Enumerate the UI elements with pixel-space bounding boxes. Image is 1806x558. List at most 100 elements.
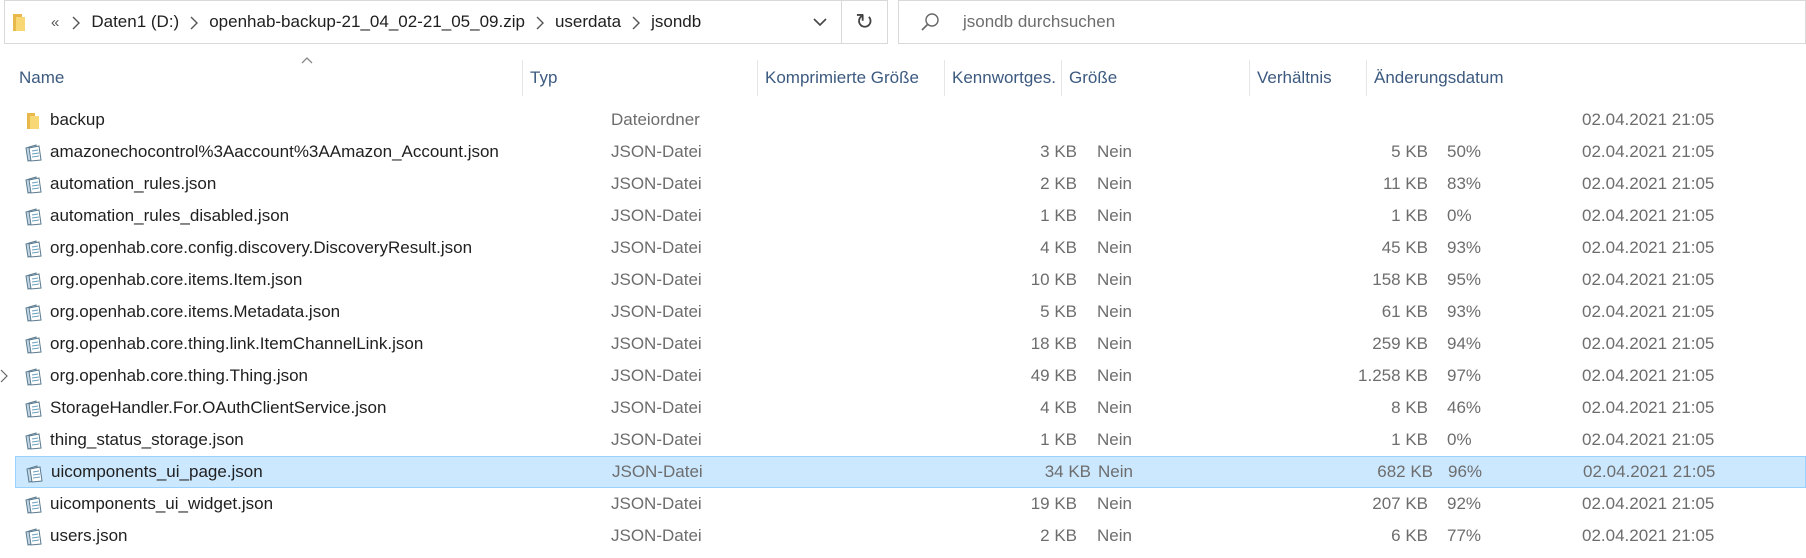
- file-size: 682 KB: [1377, 462, 1433, 481]
- file-ratio: 94%: [1447, 334, 1482, 353]
- file-password-protected: Nein: [1097, 302, 1132, 321]
- file-name: org.openhab.core.thing.Thing.json: [50, 366, 309, 385]
- chevron-down-icon[interactable]: [811, 13, 829, 31]
- file-ratio: 83%: [1447, 174, 1482, 193]
- file-type: JSON-Datei: [611, 174, 702, 193]
- file-size: 1.258 KB: [1358, 366, 1428, 385]
- json-file-icon: [24, 430, 44, 450]
- json-file-icon: [24, 174, 44, 194]
- file-compressed-size: 4 KB: [1040, 238, 1077, 257]
- refresh-button[interactable]: ↻: [842, 0, 888, 44]
- column-header-name[interactable]: Name: [19, 62, 519, 94]
- column-header-ratio[interactable]: Verhältnis: [1257, 62, 1362, 94]
- json-file-icon: [24, 206, 44, 226]
- file-name: automation_rules.json: [50, 174, 217, 193]
- file-row[interactable]: uicomponents_ui_page.json JSON-Datei 34 KB…: [15, 456, 1806, 488]
- file-type: JSON-Datei: [611, 302, 702, 321]
- file-row[interactable]: amazonechocontrol%3Aaccount%3AAmazon_Acc…: [0, 136, 1806, 168]
- search-icon: [919, 11, 941, 33]
- file-row[interactable]: automation_rules.json JSON-Datei 2 KB Nein 1…: [0, 168, 1806, 200]
- json-file-icon: [24, 302, 44, 322]
- file-modified-date: 02.04.2021 21:05: [1582, 334, 1715, 353]
- file-password-protected: Nein: [1097, 270, 1132, 289]
- file-compressed-size: 49 KB: [1030, 366, 1077, 385]
- file-name: StorageHandler.For.OAuthClientService.js…: [50, 398, 387, 417]
- file-type: JSON-Datei: [611, 238, 702, 257]
- file-row[interactable]: uicomponents_ui_widget.json JSON-Datei 19 …: [0, 488, 1806, 520]
- file-modified-date: 02.04.2021 21:05: [1583, 462, 1716, 481]
- file-name: org.openhab.core.config.discovery.Discov…: [50, 238, 473, 257]
- file-row[interactable]: automation_rules_disabled.json JSON-Datei…: [0, 200, 1806, 232]
- file-type: JSON-Datei: [611, 494, 702, 513]
- column-header-password[interactable]: Kennwortges...: [952, 62, 1056, 94]
- file-ratio: 0%: [1447, 430, 1472, 449]
- file-type: JSON-Datei: [611, 206, 702, 225]
- search-input[interactable]: jsondb durchsuchen: [963, 12, 1115, 32]
- file-ratio: 77%: [1447, 526, 1482, 545]
- file-password-protected: Nein: [1097, 398, 1132, 417]
- file-name: org.openhab.core.thing.link.ItemChannelL…: [50, 334, 424, 353]
- file-type: JSON-Datei: [611, 366, 702, 385]
- file-ratio: 50%: [1447, 142, 1482, 161]
- column-header-size[interactable]: Größe: [1069, 62, 1249, 94]
- column-header-compressed[interactable]: Komprimierte Größe: [765, 62, 940, 94]
- file-compressed-size: 4 KB: [1040, 398, 1077, 417]
- file-modified-date: 02.04.2021 21:05: [1582, 110, 1715, 129]
- chevron-right-icon[interactable]: [189, 15, 199, 30]
- file-ratio: 46%: [1447, 398, 1482, 417]
- file-ratio: 96%: [1448, 462, 1483, 481]
- file-name: backup: [50, 110, 105, 129]
- breadcrumb-overflow[interactable]: «: [51, 14, 59, 31]
- file-name: amazonechocontrol%3Aaccount%3AAmazon_Acc…: [50, 142, 499, 161]
- file-row[interactable]: org.openhab.core.items.Item.json JSON-Dat…: [0, 264, 1806, 296]
- file-type: JSON-Datei: [612, 462, 703, 481]
- file-type: JSON-Datei: [611, 526, 702, 545]
- file-password-protected: Nein: [1097, 142, 1132, 161]
- file-row[interactable]: users.json JSON-Datei 2 KB Nein 6 KB 77% 02.04…: [0, 520, 1806, 552]
- search-box[interactable]: jsondb durchsuchen: [898, 0, 1806, 44]
- chevron-right-icon[interactable]: [71, 15, 81, 30]
- file-password-protected: Nein: [1097, 430, 1132, 449]
- file-row[interactable]: backup Dateiordner 02.04.2021 21:05: [0, 104, 1806, 136]
- file-type: JSON-Datei: [611, 430, 702, 449]
- file-row[interactable]: org.openhab.core.thing.Thing.json JSON-Da…: [0, 360, 1806, 392]
- file-name: thing_status_storage.json: [50, 430, 244, 449]
- folder-icon: [24, 110, 44, 130]
- file-row[interactable]: org.openhab.core.config.discovery.Discov…: [0, 232, 1806, 264]
- file-type: JSON-Datei: [611, 398, 702, 417]
- breadcrumb-item-userdata[interactable]: userdata: [545, 12, 631, 32]
- file-compressed-size: 3 KB: [1040, 142, 1077, 161]
- file-modified-date: 02.04.2021 21:05: [1582, 398, 1715, 417]
- file-row[interactable]: org.openhab.core.thing.link.ItemChannelL…: [0, 328, 1806, 360]
- file-size: 1 KB: [1391, 430, 1428, 449]
- file-ratio: 92%: [1447, 494, 1482, 513]
- file-size: 8 KB: [1391, 398, 1428, 417]
- breadcrumb-item-zip[interactable]: openhab-backup-21_04_02-21_05_09.zip: [199, 12, 535, 32]
- chevron-right-icon[interactable]: [535, 15, 545, 30]
- file-row[interactable]: thing_status_storage.json JSON-Datei 1 KB N…: [0, 424, 1806, 456]
- file-row[interactable]: org.openhab.core.items.Metadata.json JSON…: [0, 296, 1806, 328]
- file-size: 45 KB: [1381, 238, 1428, 257]
- file-row[interactable]: StorageHandler.For.OAuthClientService.js…: [0, 392, 1806, 424]
- file-modified-date: 02.04.2021 21:05: [1582, 430, 1715, 449]
- breadcrumb-item-jsondb[interactable]: jsondb: [641, 12, 711, 32]
- address-bar[interactable]: « Daten1 (D:) openhab-backup-21_04_02-21…: [4, 0, 842, 44]
- file-compressed-size: 34 KB: [1044, 462, 1091, 481]
- breadcrumb-item-drive[interactable]: Daten1 (D:): [81, 12, 189, 32]
- file-size: 11 KB: [1382, 174, 1428, 193]
- column-header-type[interactable]: Typ: [530, 62, 750, 94]
- file-compressed-size: 18 KB: [1030, 334, 1077, 353]
- chevron-right-icon[interactable]: [631, 15, 641, 30]
- file-modified-date: 02.04.2021 21:05: [1582, 302, 1715, 321]
- file-size: 1 KB: [1391, 206, 1428, 225]
- file-compressed-size: 2 KB: [1040, 174, 1077, 193]
- file-size: 61 KB: [1381, 302, 1428, 321]
- breadcrumb: Daten1 (D:) openhab-backup-21_04_02-21_0…: [59, 12, 711, 32]
- file-modified-date: 02.04.2021 21:05: [1582, 238, 1715, 257]
- json-file-icon: [24, 398, 44, 418]
- file-name: automation_rules_disabled.json: [50, 206, 290, 225]
- file-name: users.json: [50, 526, 128, 545]
- file-type: Dateiordner: [611, 110, 700, 129]
- column-header-date[interactable]: Änderungsdatum: [1374, 62, 1554, 94]
- json-file-icon: [24, 142, 44, 162]
